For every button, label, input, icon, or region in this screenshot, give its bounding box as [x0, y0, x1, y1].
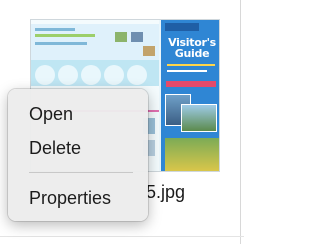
thumbnail-subtitle-line	[167, 70, 207, 72]
thumbnail-cover-photo	[181, 104, 217, 132]
desktop-area: Visitor's Guide 5.jpg Open Delete Proper…	[0, 0, 244, 244]
thumbnail-header-strip	[31, 24, 159, 62]
thumbnail-cover-title: Visitor's Guide	[168, 36, 216, 60]
menu-separator	[29, 172, 133, 173]
thumbnail-red-banner	[166, 81, 216, 87]
menu-item-delete[interactable]: Delete	[8, 137, 148, 161]
menu-item-properties-label: Properties	[29, 188, 112, 208]
thumbnail-subtitle-line	[167, 64, 215, 66]
context-menu: Open Delete Properties	[8, 89, 148, 221]
menu-item-properties[interactable]: Properties	[8, 187, 148, 211]
thumbnail-stars-badge	[165, 23, 199, 31]
file-name-label[interactable]: 5.jpg	[146, 182, 185, 203]
edge-divider	[240, 0, 241, 244]
thumbnail-circle-row	[31, 60, 159, 86]
bottom-divider	[0, 236, 244, 237]
menu-item-delete-label: Delete	[29, 138, 82, 158]
menu-item-open-label: Open	[29, 104, 74, 124]
menu-item-open[interactable]: Open	[8, 103, 148, 127]
thumbnail-meadow-photo	[165, 138, 219, 171]
